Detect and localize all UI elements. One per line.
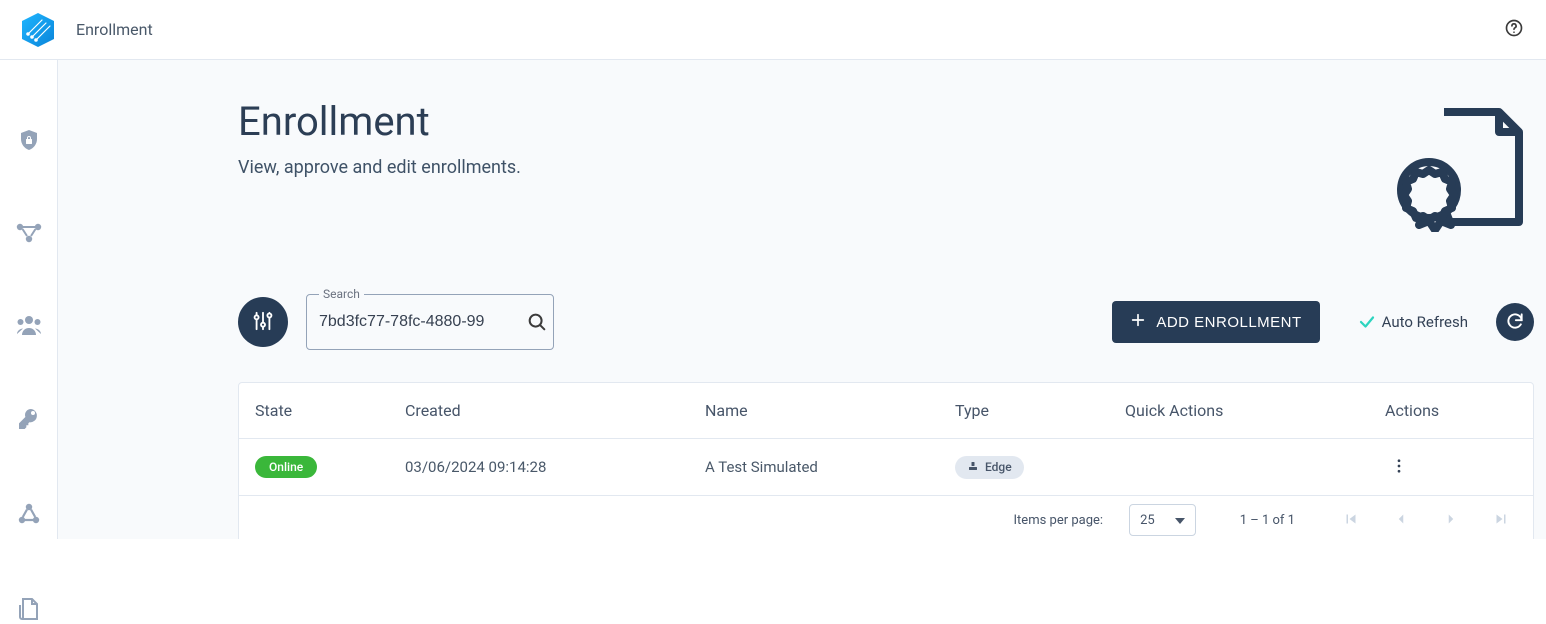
table-row[interactable]: Online 03/06/2024 09:14:28 A Test Simula… — [239, 439, 1533, 496]
cell-created: 03/06/2024 09:14:28 — [389, 439, 689, 496]
column-type[interactable]: Type — [939, 383, 1109, 439]
header-title: Enrollment — [76, 20, 153, 39]
sidebar-item-webhooks[interactable] — [15, 502, 43, 529]
prev-page-button[interactable] — [1389, 508, 1413, 532]
certificate-illustration-icon — [1396, 102, 1526, 236]
row-actions-button[interactable] — [1385, 453, 1413, 481]
sidebar-item-docs[interactable] — [15, 597, 43, 624]
chevron-left-icon — [1392, 510, 1410, 531]
refresh-icon — [1505, 311, 1525, 334]
help-button[interactable] — [1502, 18, 1526, 42]
top-header: Enrollment — [0, 0, 1546, 60]
auto-refresh-toggle[interactable]: Auto Refresh — [1358, 313, 1468, 331]
state-badge: Online — [255, 456, 317, 478]
last-page-icon — [1492, 510, 1510, 531]
search-label: Search — [319, 287, 364, 301]
network-icon — [16, 223, 42, 246]
chevron-right-icon — [1442, 510, 1460, 531]
items-per-page-label: Items per page: — [1014, 513, 1104, 528]
paginator: Items per page: 25 1 – 1 of 1 — [239, 496, 1533, 539]
app-logo — [20, 12, 56, 48]
sidebar — [0, 60, 58, 539]
first-page-icon — [1342, 510, 1360, 531]
enrollment-table: State Created Name Type Quick Actions Ac… — [238, 382, 1534, 539]
sidebar-item-users[interactable] — [15, 314, 43, 339]
page-subtitle: View, approve and edit enrollments. — [238, 157, 521, 178]
more-vert-icon — [1390, 457, 1408, 478]
page-range-label: 1 – 1 of 1 — [1240, 513, 1295, 528]
column-quick-actions: Quick Actions — [1109, 383, 1369, 439]
column-state[interactable]: State — [239, 383, 389, 439]
first-page-button[interactable] — [1339, 508, 1363, 532]
cell-quick-actions — [1109, 439, 1369, 496]
items-per-page-value: 25 — [1140, 513, 1155, 528]
plus-icon — [1130, 312, 1146, 332]
toolbar: Search ADD ENROLLMENT Auto Refresh — [238, 294, 1534, 350]
refresh-button[interactable] — [1496, 303, 1534, 341]
sidebar-item-security[interactable] — [15, 128, 43, 155]
type-badge-label: Edge — [985, 460, 1012, 474]
sidebar-item-network[interactable] — [15, 223, 43, 246]
dropdown-icon — [1175, 513, 1185, 528]
auto-refresh-label: Auto Refresh — [1382, 313, 1468, 331]
check-icon — [1358, 313, 1376, 331]
users-icon — [15, 314, 43, 339]
next-page-button[interactable] — [1439, 508, 1463, 532]
column-created[interactable]: Created — [389, 383, 689, 439]
column-name[interactable]: Name — [689, 383, 939, 439]
add-enrollment-button[interactable]: ADD ENROLLMENT — [1112, 301, 1319, 343]
sliders-icon — [252, 310, 274, 335]
help-icon — [1504, 18, 1524, 41]
page-title: Enrollment — [238, 98, 521, 145]
type-badge: Edge — [955, 456, 1024, 479]
key-icon — [17, 407, 41, 434]
webhook-icon — [16, 502, 42, 529]
items-per-page-select[interactable]: 25 — [1129, 504, 1196, 536]
shield-lock-icon — [17, 128, 41, 155]
table-header-row: State Created Name Type Quick Actions Ac… — [239, 383, 1533, 439]
sidebar-item-keys[interactable] — [15, 407, 43, 434]
search-field[interactable]: Search — [306, 294, 554, 350]
add-enrollment-label: ADD ENROLLMENT — [1156, 314, 1301, 331]
main-content: Enrollment View, approve and edit enroll… — [58, 60, 1546, 539]
column-actions: Actions — [1369, 383, 1533, 439]
edge-icon — [967, 460, 979, 475]
search-input[interactable] — [319, 313, 526, 331]
cell-name: A Test Simulated — [689, 439, 939, 496]
search-icon — [526, 311, 548, 333]
last-page-button[interactable] — [1489, 508, 1513, 532]
filter-button[interactable] — [238, 297, 288, 347]
document-icon — [18, 597, 40, 624]
